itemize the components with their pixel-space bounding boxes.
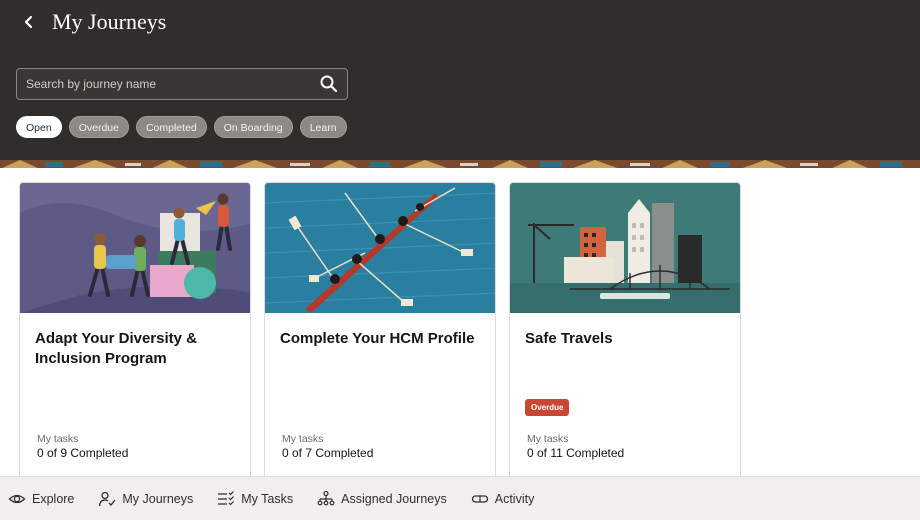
checklist-icon xyxy=(218,490,235,505)
tasks-label: My tasks xyxy=(527,433,569,445)
journey-card-safe-travels[interactable]: Safe Travels Overdue My tasks 0 of 11 Co… xyxy=(509,182,741,482)
page-header: My Journeys Open Overdue Completed On Bo… xyxy=(0,0,920,168)
eye-icon xyxy=(8,494,26,503)
search-box xyxy=(16,68,348,100)
nav-item-label: Assigned Journeys xyxy=(341,491,447,506)
journey-title: Adapt Your Diversity & Inclusion Program xyxy=(35,330,197,367)
search-icon xyxy=(320,75,338,93)
status-badge: Overdue xyxy=(525,399,570,416)
pill-icon xyxy=(471,494,488,503)
page-title: My Journeys xyxy=(52,9,167,34)
journey-card-hcm-profile[interactable]: Complete Your HCM Profile My tasks 0 of … xyxy=(264,182,496,482)
nav-item-label: My Journeys xyxy=(122,491,194,506)
nav-item-activity[interactable]: Activity xyxy=(471,490,535,508)
filter-chip-on-boarding[interactable]: On Boarding xyxy=(213,116,293,138)
journey-title: Safe Travels xyxy=(525,330,613,347)
tasks-progress: 0 of 7 Completed xyxy=(282,446,374,460)
tasks-progress: 0 of 9 Completed xyxy=(37,446,129,460)
decorative-pattern-band xyxy=(0,160,920,168)
diversity-illustration xyxy=(20,183,250,313)
nav-item-assigned-journeys[interactable]: Assigned Journeys xyxy=(317,490,447,508)
tasks-label: My tasks xyxy=(282,433,324,445)
rowing-illustration xyxy=(265,183,495,313)
city-illustration xyxy=(510,183,740,313)
tasks-label: My tasks xyxy=(37,433,79,445)
nav-item-my-journeys[interactable]: My Journeys xyxy=(98,490,193,508)
filter-chip-open[interactable]: Open xyxy=(16,116,62,138)
tasks-progress: 0 of 11 Completed xyxy=(527,446,625,460)
journey-title: Complete Your HCM Profile xyxy=(280,330,475,347)
bottom-navigation: Explore My Journeys My Tasks Assigned Jo… xyxy=(0,476,920,520)
org-chart-icon xyxy=(317,490,335,505)
search-input[interactable] xyxy=(17,69,307,99)
person-check-icon xyxy=(99,491,116,506)
filter-chips: Open Overdue Completed On Boarding Learn xyxy=(16,116,347,138)
chevron-left-icon xyxy=(24,15,33,29)
filter-chip-completed[interactable]: Completed xyxy=(135,116,207,138)
nav-item-explore[interactable]: Explore xyxy=(8,490,74,508)
journey-card-diversity[interactable]: Adapt Your Diversity & Inclusion Program… xyxy=(19,182,251,482)
nav-item-label: My Tasks xyxy=(241,491,294,506)
nav-item-label: Activity xyxy=(494,491,535,506)
filter-chip-learn[interactable]: Learn xyxy=(299,116,347,138)
search-button[interactable] xyxy=(319,74,339,94)
filter-chip-overdue[interactable]: Overdue xyxy=(68,116,129,138)
nav-item-my-tasks[interactable]: My Tasks xyxy=(217,490,293,508)
nav-item-label: Explore xyxy=(32,491,75,506)
back-button[interactable] xyxy=(22,10,40,34)
